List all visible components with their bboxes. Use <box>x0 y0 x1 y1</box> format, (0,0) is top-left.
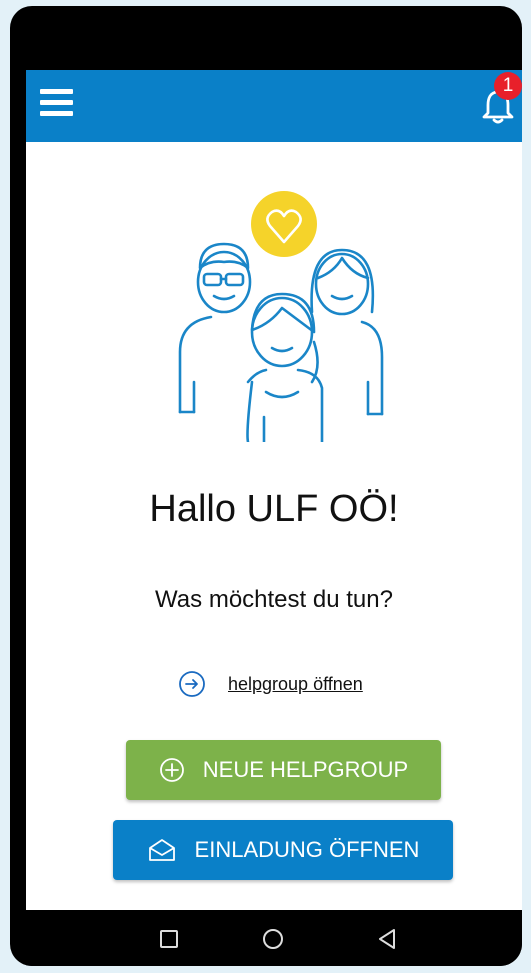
notifications-button[interactable]: 1 <box>472 70 522 142</box>
open-invitation-button[interactable]: EINLADUNG ÖFFNEN <box>113 820 453 880</box>
greeting-title: Hallo ULF OÖ! <box>149 488 399 530</box>
family-illustration <box>178 191 384 442</box>
new-helpgroup-label: NEUE HELPGROUP <box>202 757 409 782</box>
open-invitation-label: EINLADUNG ÖFFNEN <box>194 837 420 862</box>
new-helpgroup-button[interactable]: NEUE HELPGROUP <box>126 740 441 800</box>
android-nav-bar <box>26 910 522 966</box>
arrow-circle-right-icon <box>179 671 205 697</box>
hamburger-icon[interactable] <box>40 86 76 122</box>
phone-frame: 1 Hallo ULF OÖ! Was möchtest du tun? hel… <box>10 6 522 966</box>
question-text: Was möchtest du tun? <box>155 586 393 613</box>
plus-circle-icon <box>159 758 184 782</box>
app-bar: 1 <box>26 70 522 142</box>
envelope-open-icon <box>148 839 175 861</box>
back-icon[interactable] <box>370 922 404 956</box>
home-icon[interactable] <box>256 922 290 956</box>
main-content: Hallo ULF OÖ! Was möchtest du tun? helpg… <box>26 142 522 910</box>
open-helpgroup-link[interactable]: helpgroup öffnen <box>178 669 363 699</box>
recent-apps-icon[interactable] <box>152 922 186 956</box>
open-helpgroup-label[interactable]: helpgroup öffnen <box>228 674 363 695</box>
notification-badge: 1 <box>494 72 522 100</box>
